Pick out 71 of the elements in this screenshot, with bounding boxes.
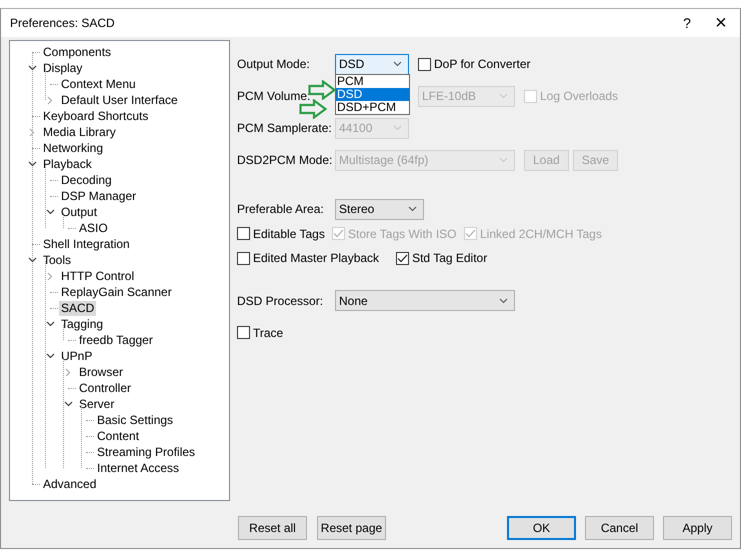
- tree-item[interactable]: Content: [95, 428, 142, 444]
- dropdown-option[interactable]: DSD+PCM: [336, 100, 409, 114]
- chevron-icon: [499, 298, 508, 304]
- arrow-icon: [299, 98, 327, 118]
- field-label: DSD2PCM Mode:: [237, 153, 332, 167]
- tree-item[interactable]: Controller: [77, 380, 134, 396]
- chevron-icon: [393, 125, 402, 131]
- dropdown-option[interactable]: DSD: [336, 88, 409, 100]
- dialog-button[interactable]: Reset all: [238, 516, 307, 540]
- chevron-icon: [499, 93, 508, 99]
- dialog-button[interactable]: OK: [507, 516, 576, 540]
- field-label: Output Mode:: [237, 57, 310, 71]
- checkbox-option[interactable]: Std Tag Editor: [396, 251, 488, 266]
- expanded-chevron-icon[interactable]: [28, 161, 36, 167]
- check-icon: [333, 229, 344, 238]
- tree-item[interactable]: ReplayGain Scanner: [59, 284, 174, 300]
- field-label: PCM Samplerate:: [237, 121, 332, 135]
- tree-item[interactable]: Default User Interface: [59, 92, 180, 108]
- check-icon: [397, 254, 408, 263]
- window-title: Preferences: SACD: [10, 16, 116, 30]
- dialog-button[interactable]: Cancel: [585, 516, 654, 540]
- tree-item[interactable]: Display: [41, 60, 84, 76]
- tree-item[interactable]: Shell Integration: [41, 236, 132, 252]
- help-button[interactable]: ?: [674, 15, 700, 31]
- tree-item[interactable]: ASIO: [77, 220, 110, 236]
- tree-item[interactable]: HTTP Control: [59, 268, 136, 284]
- tree-item[interactable]: SACD: [59, 300, 96, 316]
- field-label: Preferable Area:: [237, 202, 324, 216]
- tree-item[interactable]: Components: [41, 44, 114, 60]
- checkbox-option[interactable]: Editable Tags: [237, 226, 332, 241]
- tree-item[interactable]: Output: [59, 204, 100, 220]
- tree-item[interactable]: Streaming Profiles: [95, 444, 198, 460]
- dialog-button[interactable]: Apply: [663, 516, 732, 540]
- tree-item[interactable]: UPnP: [59, 348, 94, 364]
- field-label: DSD Processor:: [237, 294, 324, 308]
- expanded-chevron-icon[interactable]: [46, 321, 54, 327]
- field-label: PCM Volume:: [237, 89, 310, 103]
- collapsed-chevron-icon[interactable]: [29, 128, 35, 136]
- dropdown[interactable]: Stereo: [335, 198, 424, 220]
- tree-item[interactable]: Media Library: [41, 124, 118, 140]
- tree-item[interactable]: Keyboard Shortcuts: [41, 108, 150, 124]
- arrow-icon: [308, 80, 336, 100]
- expanded-chevron-icon[interactable]: [46, 209, 54, 215]
- chevron-icon: [408, 206, 417, 212]
- tree-item[interactable]: Context Menu: [59, 76, 138, 92]
- tree-item[interactable]: freedb Tagger: [77, 332, 155, 348]
- tree-item[interactable]: Decoding: [59, 172, 114, 188]
- chevron-icon: [499, 157, 508, 163]
- tree-item[interactable]: Basic Settings: [95, 412, 176, 428]
- checkbox-option[interactable]: Trace: [237, 326, 284, 340]
- tree-item[interactable]: Browser: [77, 364, 126, 380]
- close-button[interactable]: ×: [708, 12, 734, 34]
- tree-item[interactable]: Playback: [41, 156, 94, 172]
- dropdown-option[interactable]: PCM: [336, 74, 409, 88]
- dropdown[interactable]: None: [335, 290, 515, 311]
- expanded-chevron-icon[interactable]: [64, 401, 72, 407]
- dialog-button[interactable]: Reset page: [317, 516, 386, 540]
- chevron-icon: [393, 61, 402, 67]
- tree-item[interactable]: Advanced: [41, 476, 98, 492]
- expanded-chevron-icon[interactable]: [28, 257, 36, 263]
- expanded-chevron-icon[interactable]: [46, 353, 54, 359]
- tree-item[interactable]: Internet Access: [95, 460, 182, 476]
- expanded-chevron-icon[interactable]: [28, 65, 36, 71]
- tree-item[interactable]: Networking: [41, 140, 106, 156]
- tree-item[interactable]: Server: [77, 396, 116, 412]
- checkbox-option[interactable]: Edited Master Playback: [237, 251, 380, 266]
- tree-item[interactable]: Tools: [41, 252, 74, 268]
- tree-item[interactable]: Tagging: [59, 316, 106, 332]
- checkbox-option[interactable]: DoP for Converter: [418, 57, 530, 71]
- check-icon: [465, 229, 476, 238]
- tree-item[interactable]: DSP Manager: [59, 188, 138, 204]
